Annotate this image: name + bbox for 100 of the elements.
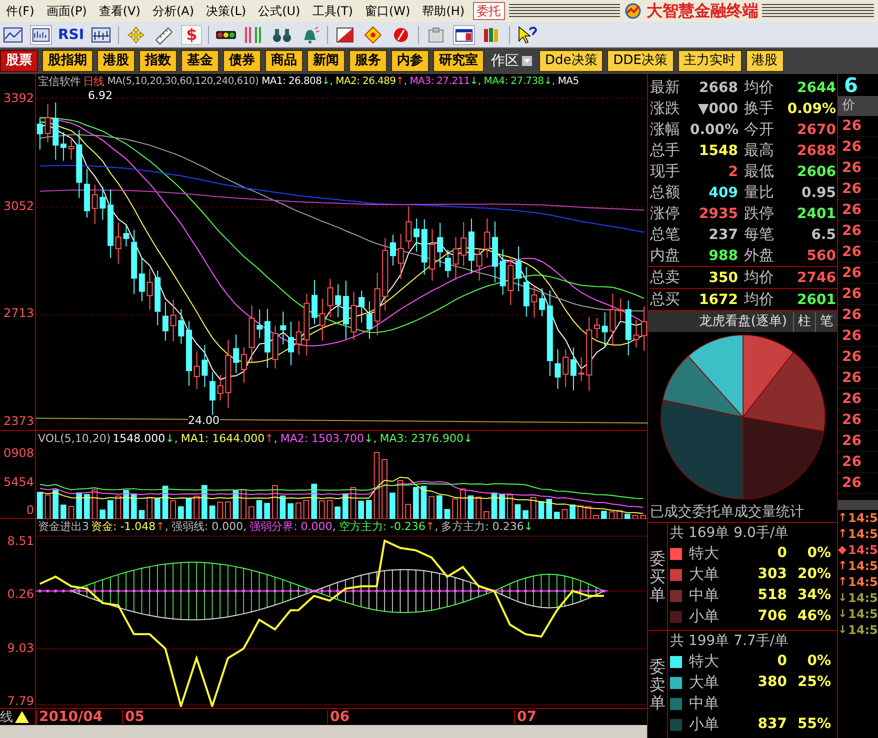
volume-axis-label: 5454 [3,476,35,488]
chart-icon[interactable] [2,24,24,44]
dollar-tool[interactable]: $ [181,24,202,44]
quote-value: 0.00% [690,122,738,136]
order-size-label: 中单 [689,693,720,714]
workspace-dropdown[interactable]: 作区 [488,50,535,72]
price-level: 26 [838,116,878,137]
market-tab[interactable]: 商品 [265,50,303,72]
market-tab[interactable]: 港股 [746,50,784,72]
trade-button[interactable]: 委托 [472,2,505,20]
market-tab[interactable]: 内参 [391,50,429,72]
menu-item[interactable]: 件(F) [0,2,40,20]
menu-item[interactable]: 画面(P) [40,2,93,20]
legend-value: MA3: 27.211 [410,76,470,86]
market-tab[interactable]: 主力实时 [678,50,742,72]
menu-item[interactable]: 帮助(H) [416,2,471,20]
price-level: 26 [838,305,878,326]
order-size-label: 小单 [689,714,720,736]
panel-tab[interactable]: 笔 [815,312,837,332]
price-level: 26 [838,263,878,284]
quote-value: 6.5 [810,228,837,242]
order-count: 0 [776,652,787,671]
quote-value: 2668 [698,80,738,94]
order-percent: 46% [796,607,831,626]
trend-arrow: ↑ [156,521,165,532]
menu-item[interactable]: 查看(V) [92,2,146,20]
chart-icon[interactable] [90,24,112,44]
chart-icon[interactable] [30,24,52,44]
period-label: 线 [0,710,13,724]
market-tab[interactable]: 研究室 [433,50,484,72]
quote-value: 2746 [796,270,837,284]
quote-label: 换手 [743,101,775,116]
quote-label: 内盘 [650,248,681,263]
market-tab[interactable]: Dde决策 [539,50,604,72]
diamond-icon[interactable] [362,24,384,44]
price-level: 26 [838,200,878,221]
ruler-icon[interactable] [153,24,176,44]
rsi-tool[interactable]: RSI [58,28,84,42]
market-tab[interactable]: 新闻 [307,50,345,72]
price-level: 26 [838,221,878,242]
market-tab[interactable]: DDE决策 [607,50,674,72]
trade-direction-mark: ↑ [838,558,847,574]
app-logo-icon [624,3,642,19]
legend-value: 1548.000 [112,432,166,444]
quote-value: 350 [708,270,738,284]
chart-period: 日线 [82,76,106,87]
quote-value: 988 [708,248,738,262]
trend-arrow: ↑ [264,432,274,444]
low-price-marker: 24.00 [188,415,220,426]
menu-item[interactable]: 窗口(W) [358,2,416,20]
column-header: 价 [838,96,878,116]
volume-axis-label: 0908 [3,447,35,459]
date-axis-label: 2010/04 [36,710,122,724]
triangle-up-icon[interactable] [15,711,29,723]
price-level: 26 [838,284,878,305]
legend-separator: , [404,76,407,86]
order-size-label: 小单 [689,606,720,628]
legend-value: MA4: 27.738 [484,76,544,86]
legend-separator: , [332,521,336,532]
market-tab[interactable]: 股票 [0,50,38,72]
quote-label: 最低 [743,164,775,179]
price-level: 26 [838,347,878,368]
legend-separator: , [330,76,333,86]
help-pointer-icon[interactable] [516,24,538,44]
app-title: 大智慧金融终端 [646,3,758,19]
order-count: 518 [756,586,787,605]
quote-label: 跌停 [743,206,775,221]
flag-icon[interactable] [334,24,356,44]
trend-arrow: ↑ [425,521,435,532]
window-layout-icon[interactable] [453,24,476,44]
date-axis-label: 05 [122,710,327,724]
order-summary: 共 169单 9.0手/单 [670,524,790,543]
legend-separator: , [373,432,377,444]
market-tab[interactable]: 基金 [181,50,219,72]
menu-item[interactable]: 工具(T) [306,2,359,20]
menu-item[interactable]: 分析(A) [146,2,200,20]
order-size-label: 大单 [689,564,720,586]
price-level: 26 [838,389,878,410]
trend-arrow: ↓ [463,432,473,444]
market-tab[interactable]: 股指期 [42,50,93,72]
trade-time: 14:5 [847,622,878,639]
side-label: 委买单 [648,523,668,630]
price-level: 26 [838,452,878,473]
quote-value: 2601 [796,292,837,306]
quote-label: 涨停 [650,206,681,221]
panel-tab[interactable]: 柱 [793,312,815,332]
legend-separator: , [174,432,178,444]
price-level: 26 [838,137,878,158]
quote-label: 总卖 [650,270,681,285]
market-tab[interactable]: 债券 [223,50,261,72]
order-count: 303 [756,565,787,584]
menu-item[interactable]: 公式(U) [252,2,306,20]
price-level: 26 [838,179,878,200]
menu-item[interactable]: 决策(L) [200,2,252,20]
market-tab[interactable]: 服务 [349,50,387,72]
chart-caption: 已成交委托单成交量统计 [649,503,805,522]
market-tab[interactable]: 指数 [139,50,177,72]
trend-arrow: ↓ [470,76,478,86]
trend-arrow: ↓ [364,432,374,444]
market-tab[interactable]: 港股 [97,50,135,72]
